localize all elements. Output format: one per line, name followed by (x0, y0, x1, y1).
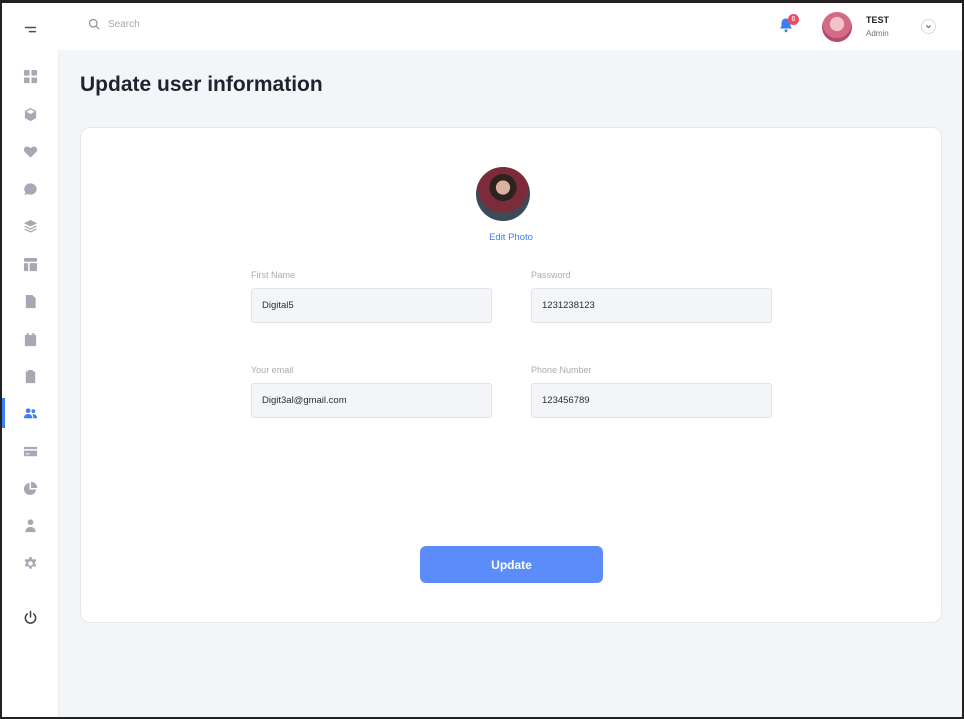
first-name-label: First Name (251, 270, 296, 280)
sidebar-item-layout[interactable] (2, 249, 58, 279)
chat-icon (23, 182, 37, 195)
sidebar-item-users[interactable] (2, 398, 58, 428)
user-avatar[interactable] (822, 12, 852, 42)
layers-icon (23, 219, 37, 233)
first-name-field[interactable] (251, 288, 492, 323)
user-menu-button[interactable] (921, 19, 936, 34)
app-window: 6 TEST Admin Update user information Edi… (0, 0, 964, 719)
dashboard-grid-icon (23, 69, 37, 83)
sidebar (2, 3, 59, 717)
sidebar-item-settings[interactable] (2, 548, 58, 578)
update-button[interactable]: Update (420, 546, 603, 583)
menu-toggle-icon (24, 26, 36, 32)
notifications-button[interactable]: 6 (778, 14, 799, 35)
sidebar-item-analytics[interactable] (2, 473, 58, 503)
document-icon (25, 294, 36, 308)
menu-toggle-button[interactable] (2, 14, 58, 44)
search-bar (88, 18, 308, 30)
top-bar: 6 TEST Admin (58, 3, 962, 50)
password-label: Password (531, 270, 571, 280)
user-name: TEST (866, 15, 890, 25)
sidebar-item-clipboard[interactable] (2, 361, 58, 391)
email-label: Your email (251, 365, 294, 375)
sidebar-item-layers[interactable] (2, 211, 58, 241)
notification-count-badge: 6 (788, 14, 799, 25)
users-icon (23, 407, 37, 418)
edit-photo-link[interactable]: Edit Photo (81, 232, 941, 243)
settings-gear-icon (24, 556, 36, 569)
sidebar-item-payments[interactable] (2, 436, 58, 466)
chevron-down-icon (925, 25, 932, 29)
sidebar-item-favorites[interactable] (2, 136, 58, 166)
cube-icon (24, 107, 36, 121)
search-icon (88, 18, 100, 30)
layout-icon (23, 257, 37, 271)
calendar-icon (24, 332, 36, 346)
sidebar-item-documents[interactable] (2, 286, 58, 316)
pie-chart-icon (23, 481, 37, 495)
profile-photo (476, 167, 530, 221)
credit-card-icon (23, 446, 37, 456)
search-input[interactable] (108, 18, 308, 30)
sidebar-item-messages[interactable] (2, 174, 58, 204)
phone-field[interactable] (531, 383, 772, 418)
page-title: Update user information (80, 73, 323, 96)
password-field[interactable] (531, 288, 772, 323)
heart-icon (23, 146, 37, 158)
user-role: Admin (866, 29, 889, 38)
power-icon (24, 610, 36, 624)
user-form-card: Edit Photo First Name Password Your emai… (80, 127, 942, 623)
user-icon (24, 518, 36, 532)
logout-button[interactable] (2, 602, 58, 632)
sidebar-item-dashboard[interactable] (2, 61, 58, 91)
sidebar-item-profile[interactable] (2, 510, 58, 540)
email-field[interactable] (251, 383, 492, 418)
sidebar-item-calendar[interactable] (2, 324, 58, 354)
sidebar-item-products[interactable] (2, 99, 58, 129)
clipboard-icon (25, 369, 35, 383)
phone-label: Phone Number (531, 365, 592, 375)
